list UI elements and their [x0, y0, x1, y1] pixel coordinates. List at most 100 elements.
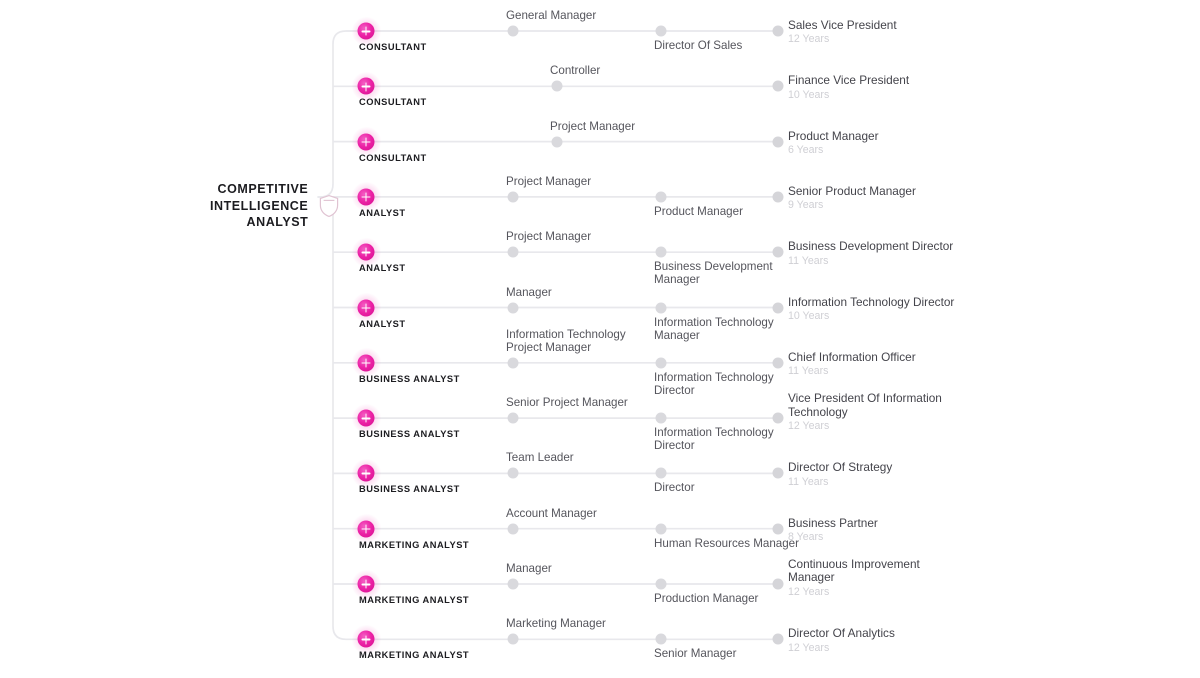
end-node-title: Vice President Of Information Technology [788, 391, 942, 419]
start-node-label: CONSULTANT [359, 42, 427, 52]
start-node[interactable] [351, 403, 381, 434]
end-node-block: Business Development Director 11 Years [788, 239, 956, 267]
step-node[interactable] [551, 136, 563, 148]
step-node-label: General Manager [506, 9, 597, 22]
step-node[interactable] [551, 80, 563, 92]
end-node-title: Finance Vice President [788, 73, 910, 88]
step-node[interactable] [655, 523, 667, 535]
start-node[interactable] [351, 181, 381, 212]
end-node-years: 12 Years [788, 641, 830, 654]
start-node-label: BUSINESS ANALYST [359, 373, 460, 384]
end-node[interactable] [772, 25, 784, 37]
step-node[interactable] [655, 467, 667, 479]
step-node[interactable] [655, 578, 667, 590]
start-node[interactable] [351, 624, 381, 655]
step-node-label: Information Technology Director [654, 426, 774, 453]
step-node[interactable] [655, 357, 667, 369]
step-node-label: Information Technology Project Manager [506, 327, 626, 354]
end-node-title: Director Of Strategy [788, 460, 893, 475]
plus-icon [357, 133, 375, 151]
step-node-label: Information Technology Director [654, 370, 774, 397]
end-node-years: 10 Years [788, 309, 830, 322]
end-node-title: Sales Vice President [788, 18, 897, 32]
step-node[interactable] [507, 633, 519, 645]
start-node[interactable] [351, 71, 381, 102]
step-node-label: Production Manager [654, 592, 759, 605]
start-node[interactable] [351, 569, 381, 599]
step-node[interactable] [655, 246, 667, 258]
start-node[interactable] [351, 292, 381, 323]
plus-icon [357, 354, 375, 372]
start-node-label: BUSINESS ANALYST [359, 429, 460, 440]
end-node-title: Product Manager [788, 128, 879, 143]
end-node[interactable] [772, 412, 784, 424]
step-node[interactable] [507, 191, 519, 203]
end-node[interactable] [772, 523, 784, 535]
start-node[interactable] [351, 126, 381, 157]
step-node-label: Controller [550, 64, 601, 78]
step-node[interactable] [507, 25, 519, 37]
step-node-label: Director [654, 481, 695, 495]
step-node[interactable] [655, 25, 667, 37]
step-node[interactable] [655, 191, 667, 203]
start-node[interactable] [351, 513, 381, 544]
end-node[interactable] [772, 633, 784, 645]
end-node[interactable] [772, 191, 784, 203]
root-node[interactable]: COMPETITIVE INTELLIGENCE ANALYST [210, 181, 344, 231]
end-node-block: Director Of Analytics 12 Years [788, 626, 956, 654]
end-node[interactable] [772, 467, 784, 479]
end-node-block: Senior Product Manager 9 Years [788, 184, 956, 212]
end-node-block: Chief Information Officer 11 Years [788, 350, 956, 378]
end-node-years: 11 Years [788, 475, 829, 488]
start-node-label: MARKETING ANALYST [359, 595, 470, 605]
end-node-years: 12 Years [788, 419, 830, 432]
start-node-label: ANALYST [359, 263, 406, 274]
end-node-block: Sales Vice President 12 Years [788, 18, 956, 46]
plus-icon [357, 630, 375, 648]
step-node[interactable] [507, 578, 519, 590]
step-node[interactable] [507, 412, 519, 424]
step-node-label: Manager [506, 562, 552, 575]
end-node[interactable] [772, 136, 784, 148]
step-node[interactable] [655, 412, 667, 424]
start-node[interactable] [351, 458, 381, 489]
step-node-label: Senior Manager [654, 647, 737, 661]
plus-icon [357, 77, 375, 95]
end-node[interactable] [772, 302, 784, 313]
end-node-block: Information Technology Director 10 Years [788, 295, 956, 323]
step-node-label: Project Manager [506, 174, 592, 188]
step-node[interactable] [507, 523, 519, 535]
end-node[interactable] [772, 246, 784, 258]
end-node-block: Continuous Improvement Manager 12 Years [788, 557, 956, 599]
step-node[interactable] [655, 302, 667, 313]
start-node-label: BUSINESS ANALYST [359, 484, 460, 495]
step-node-label: Team Leader [506, 451, 574, 465]
step-node[interactable] [507, 302, 519, 313]
end-node-years: 6 Years [788, 144, 824, 156]
end-node-title: Business Development Director [788, 239, 954, 254]
plus-icon [357, 464, 375, 482]
step-node-label: Product Manager [654, 204, 743, 218]
end-node-block: Product Manager 6 Years [788, 128, 956, 157]
end-node[interactable] [772, 80, 784, 92]
end-node-years: 11 Years [788, 254, 829, 267]
end-node[interactable] [772, 357, 784, 369]
start-node[interactable] [351, 237, 381, 268]
step-node[interactable] [507, 357, 519, 369]
plus-icon [357, 575, 375, 593]
end-node-title: Continuous Improvement Manager [788, 557, 920, 585]
end-node[interactable] [772, 578, 784, 590]
end-node-years: 8 Years [788, 531, 824, 544]
end-node-years: 11 Years [788, 365, 829, 378]
start-node-label: CONSULTANT [359, 97, 427, 108]
step-node[interactable] [507, 246, 519, 258]
start-node[interactable] [351, 16, 381, 46]
end-node-years: 9 Years [788, 199, 824, 212]
start-node-label: ANALYST [359, 318, 406, 329]
step-node[interactable] [655, 633, 667, 645]
step-node-label: Project Manager [550, 119, 636, 133]
start-node[interactable] [351, 347, 381, 378]
step-node[interactable] [507, 467, 519, 479]
shield-icon [314, 191, 344, 221]
end-node-title: Director Of Analytics [788, 626, 895, 641]
